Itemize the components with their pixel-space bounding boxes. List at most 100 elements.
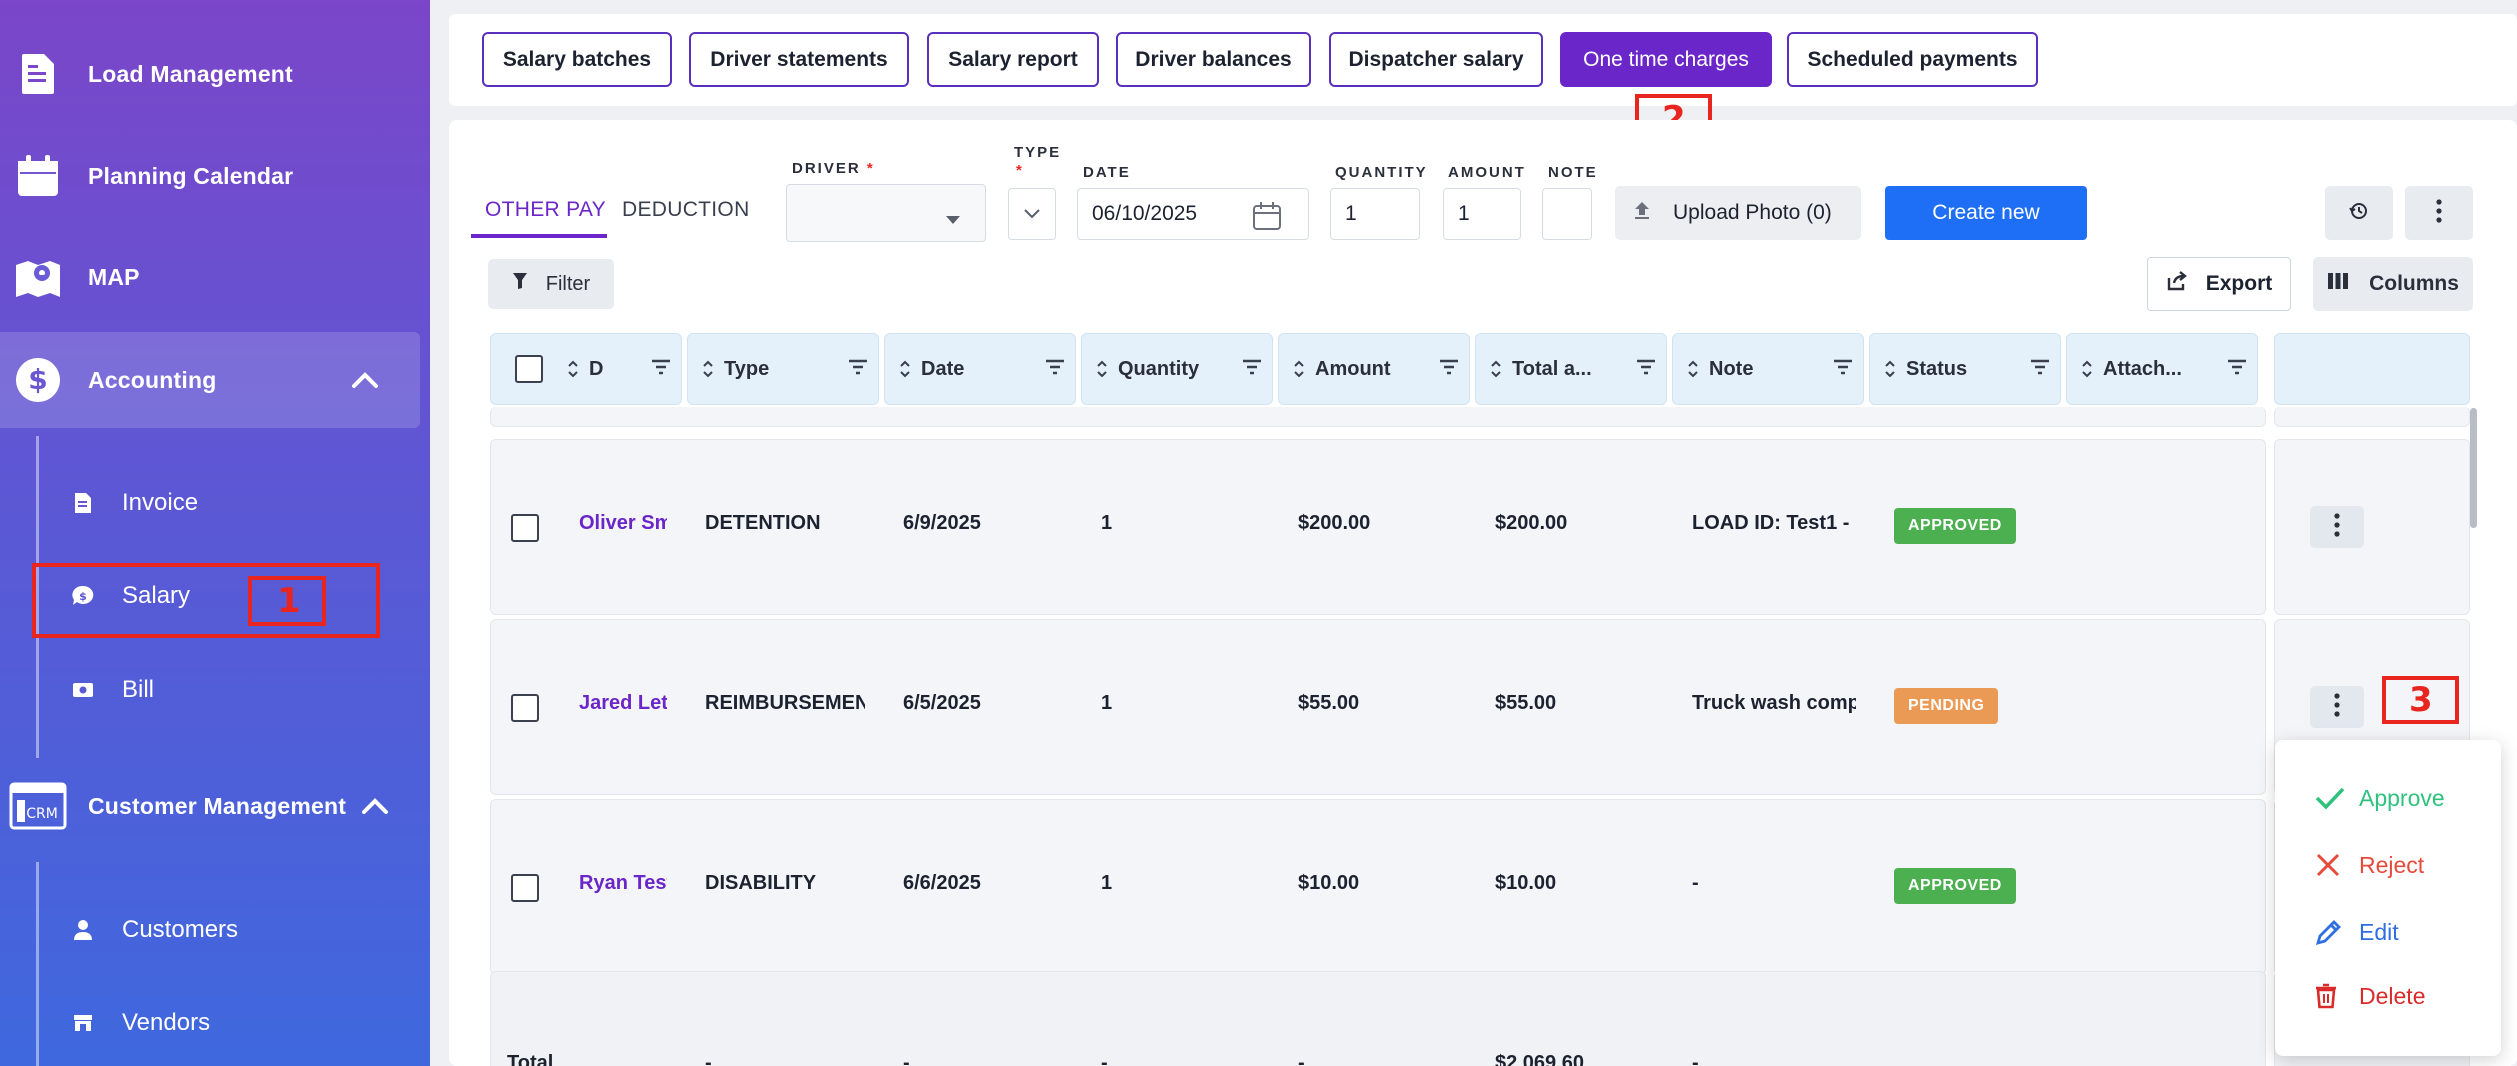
status-badge: PENDING xyxy=(1894,688,1999,724)
store-icon xyxy=(70,1010,96,1036)
sort-icon xyxy=(899,358,911,380)
tab-underline xyxy=(471,234,607,238)
column-filter-icon[interactable] xyxy=(2227,358,2247,381)
menu-item-approve[interactable]: Approve xyxy=(2315,778,2445,818)
row-actions-button[interactable] xyxy=(2310,506,2364,548)
kebab-icon xyxy=(2436,198,2442,228)
trash-icon xyxy=(2315,983,2349,1009)
sort-icon xyxy=(702,358,714,380)
nav-customers[interactable]: Customers xyxy=(70,900,238,960)
cell-quantity: 1 xyxy=(1101,692,1113,714)
upload-icon xyxy=(1633,200,1651,226)
row-checkbox[interactable] xyxy=(511,694,539,722)
nav-bill[interactable]: Bill xyxy=(70,660,154,720)
history-button[interactable] xyxy=(2325,186,2393,240)
nav-customer-management[interactable]: CRM Customer Management xyxy=(0,758,430,854)
tab-salary-report[interactable]: Salary report xyxy=(927,32,1099,87)
chevron-down-icon xyxy=(1023,202,1041,226)
menu-item-edit[interactable]: Edit xyxy=(2315,912,2399,952)
tab-driver-statements[interactable]: Driver statements xyxy=(689,32,909,87)
calendar-icon xyxy=(14,152,62,200)
tab-driver-balances[interactable]: Driver balances xyxy=(1116,32,1311,87)
salary-tab-bar: Salary batches Driver statements Salary … xyxy=(449,14,2517,106)
quantity-input[interactable]: 1 xyxy=(1330,188,1420,240)
nav-load-management[interactable]: Load Management xyxy=(0,26,430,122)
cell-quantity: 1 xyxy=(1101,872,1113,894)
row-actions-button[interactable] xyxy=(2310,686,2364,728)
more-options-button[interactable] xyxy=(2405,186,2473,240)
nav-vendors[interactable]: Vendors xyxy=(70,993,210,1053)
table-row[interactable]: Jared Let REIMBURSEMENT 6/5/2025 1 $55.0… xyxy=(490,619,2266,795)
column-filter-icon[interactable] xyxy=(1439,358,1459,381)
column-header-type[interactable]: Type xyxy=(687,333,879,405)
cell-date: 6/9/2025 xyxy=(903,512,981,534)
menu-item-delete[interactable]: Delete xyxy=(2315,976,2425,1016)
amount-input[interactable]: 1 xyxy=(1443,188,1521,240)
column-header-status[interactable]: Status xyxy=(1869,333,2061,405)
table-row[interactable]: Ryan Test DISABILITY 6/6/2025 1 $10.00 $… xyxy=(490,799,2266,975)
annotation-box-1 xyxy=(32,563,380,638)
total-note: - xyxy=(1692,1052,1699,1066)
export-icon xyxy=(2166,270,2188,298)
tab-deduction[interactable]: DEDUCTION xyxy=(622,198,750,222)
column-header-amount[interactable]: Amount xyxy=(1278,333,1470,405)
cell-driver[interactable]: Ryan Test xyxy=(579,872,667,895)
column-filter-icon[interactable] xyxy=(1045,358,1065,381)
total-type: - xyxy=(705,1052,712,1066)
row-checkbox[interactable] xyxy=(511,514,539,542)
column-header-date[interactable]: Date xyxy=(884,333,1076,405)
export-button[interactable]: Export xyxy=(2147,257,2291,311)
row-checkbox[interactable] xyxy=(511,874,539,902)
column-header-attachment[interactable]: Attach... xyxy=(2066,333,2258,405)
column-header-driver[interactable]: D xyxy=(490,333,682,405)
column-header-note[interactable]: Note xyxy=(1672,333,1864,405)
cell-driver[interactable]: Oliver Sm xyxy=(579,512,667,535)
create-new-button[interactable]: Create new xyxy=(1885,186,2087,240)
column-filter-icon[interactable] xyxy=(651,358,671,381)
note-input[interactable] xyxy=(1542,188,1592,240)
type-select[interactable] xyxy=(1008,188,1056,240)
column-filter-icon[interactable] xyxy=(1242,358,1262,381)
menu-item-reject[interactable]: Reject xyxy=(2315,845,2424,885)
nav-accounting[interactable]: $ Accounting xyxy=(0,332,420,428)
table-row[interactable]: Oliver Sm DETENTION 6/9/2025 1 $200.00 $… xyxy=(490,439,2266,615)
select-all-checkbox[interactable] xyxy=(515,355,543,383)
sidebar: Load Management Planning Calendar MAP $ … xyxy=(0,0,430,1066)
upload-photo-button[interactable]: Upload Photo (0) xyxy=(1615,186,1861,240)
person-icon xyxy=(70,917,96,943)
column-filter-icon[interactable] xyxy=(848,358,868,381)
annotation-number-3: 3 xyxy=(2409,680,2433,720)
nav-map[interactable]: MAP xyxy=(0,229,430,325)
column-filter-icon[interactable] xyxy=(2030,358,2050,381)
column-header-quantity[interactable]: Quantity xyxy=(1081,333,1273,405)
driver-select[interactable] xyxy=(786,184,986,242)
chevron-up-icon[interactable] xyxy=(360,791,390,821)
cell-type: DETENTION xyxy=(705,512,821,534)
date-label: DATE xyxy=(1083,164,1131,181)
date-input[interactable]: 06/10/2025 xyxy=(1077,188,1309,240)
crm-icon: CRM xyxy=(8,782,68,830)
column-filter-icon[interactable] xyxy=(1833,358,1853,381)
submenu-line xyxy=(36,862,39,1066)
cell-driver[interactable]: Jared Let xyxy=(579,692,667,715)
column-header-total-amount[interactable]: Total a... xyxy=(1475,333,1667,405)
column-filter-icon[interactable] xyxy=(1636,358,1656,381)
close-icon xyxy=(2315,852,2349,878)
cell-note: - xyxy=(1692,872,1699,894)
tab-scheduled-payments[interactable]: Scheduled payments xyxy=(1787,32,2038,87)
kebab-icon xyxy=(2334,692,2340,722)
columns-button[interactable]: Columns xyxy=(2313,257,2473,311)
table-scrollbar[interactable] xyxy=(2470,408,2477,528)
type-label: TYPE xyxy=(1014,144,1062,161)
nav-planning-calendar[interactable]: Planning Calendar xyxy=(0,128,430,224)
tab-salary-batches[interactable]: Salary batches xyxy=(482,32,672,87)
tab-dispatcher-salary[interactable]: Dispatcher salary xyxy=(1329,32,1543,87)
tab-one-time-charges[interactable]: One time charges xyxy=(1560,32,1772,87)
cell-date: 6/5/2025 xyxy=(903,692,981,714)
cell-amount: $55.00 xyxy=(1298,692,1360,714)
filter-button[interactable]: Filter xyxy=(488,259,614,309)
tab-other-pay[interactable]: OTHER PAY xyxy=(485,198,606,222)
nav-invoice[interactable]: Invoice xyxy=(70,473,198,533)
chevron-up-icon[interactable] xyxy=(350,365,380,395)
calendar-icon[interactable] xyxy=(1252,201,1282,237)
